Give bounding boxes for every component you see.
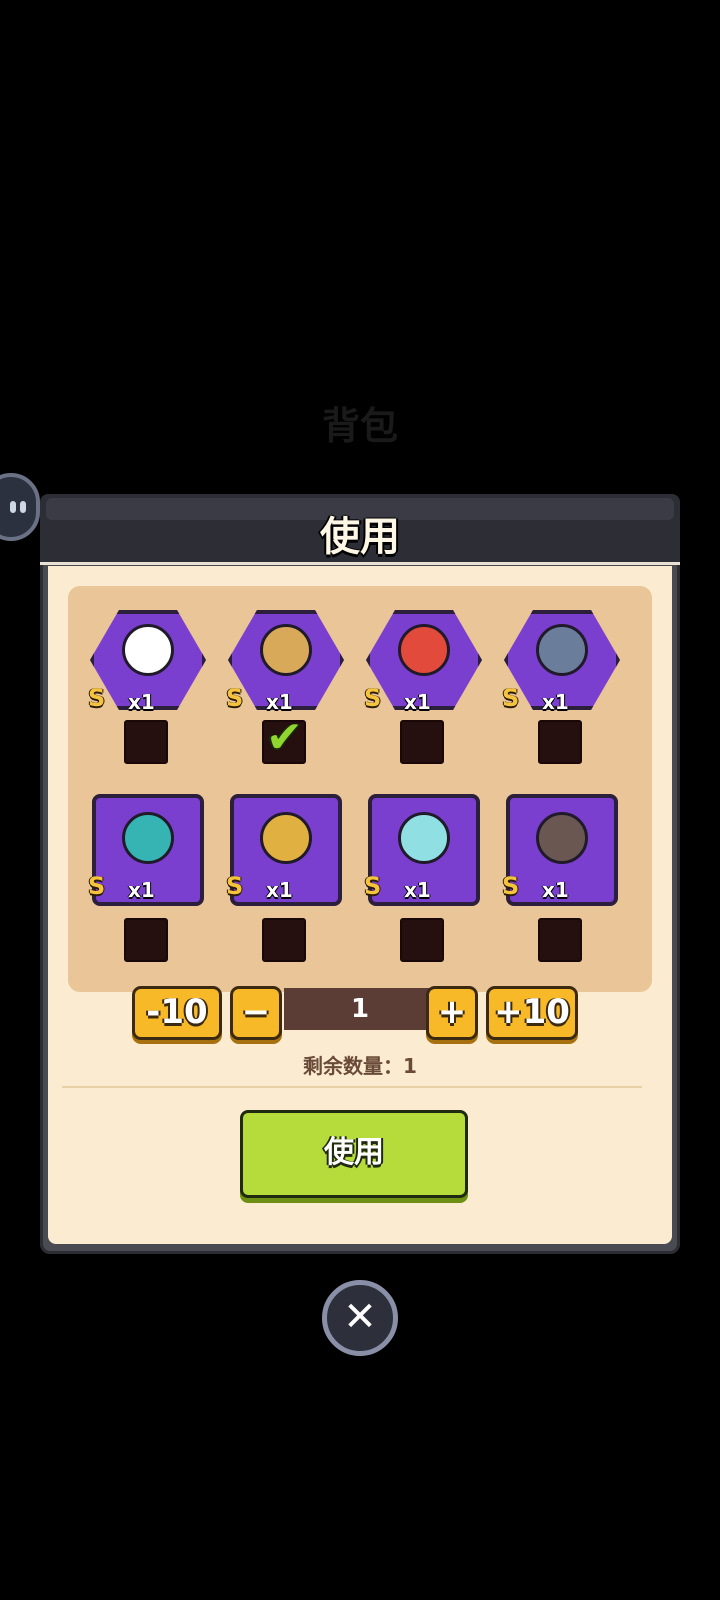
minus-ten-button[interactable]: -10 — [132, 986, 222, 1040]
grade-badge: S — [364, 872, 382, 900]
select-checkbox[interactable] — [400, 720, 444, 764]
card-grid: Sx1 Sx1 ✔ Sx1 Sx1 Sx1 Sx1 Sx1 Sx1 — [68, 586, 652, 992]
count-badge: x1 — [128, 690, 155, 714]
hero-card[interactable]: Sx1 — [88, 790, 204, 906]
use-button[interactable]: 使用 — [240, 1110, 468, 1198]
grade-badge: S — [226, 872, 244, 900]
dialog-title: 使用 — [320, 514, 400, 560]
count-badge: x1 — [404, 690, 431, 714]
hero-card[interactable]: Sx1 — [502, 790, 618, 906]
count-badge: x1 — [542, 690, 569, 714]
count-badge: x1 — [266, 690, 293, 714]
select-checkbox[interactable]: ✔ — [262, 712, 306, 764]
hero-card[interactable]: Sx1 — [88, 602, 206, 714]
grade-badge: S — [502, 872, 520, 900]
select-checkbox[interactable] — [400, 918, 444, 962]
hero-card[interactable]: Sx1 — [364, 790, 480, 906]
grade-badge: S — [502, 684, 520, 712]
count-badge: x1 — [266, 878, 293, 902]
hero-face-icon — [536, 624, 588, 676]
plus-ten-button[interactable]: +10 — [486, 986, 578, 1040]
hero-face-icon — [536, 812, 588, 864]
grade-badge: S — [88, 872, 106, 900]
quantity-value[interactable]: 1 — [284, 988, 436, 1030]
hero-face-icon — [260, 624, 312, 676]
minus-button[interactable]: − — [230, 986, 282, 1040]
hero-face-icon — [398, 624, 450, 676]
hero-face-icon — [260, 812, 312, 864]
divider — [62, 1086, 642, 1088]
close-icon[interactable]: ✕ — [322, 1280, 398, 1356]
hero-card[interactable]: Sx1 — [502, 602, 620, 714]
hero-card[interactable]: Sx1 — [226, 790, 342, 906]
count-badge: x1 — [128, 878, 155, 902]
select-checkbox[interactable] — [124, 720, 168, 764]
hero-card[interactable]: Sx1 — [364, 602, 482, 714]
background-title: 背包 — [321, 404, 398, 448]
select-checkbox[interactable] — [124, 918, 168, 962]
quantity-stepper: -10 − 1 + +10 — [48, 980, 672, 1040]
dialog-body: Sx1 Sx1 ✔ Sx1 Sx1 Sx1 Sx1 Sx1 Sx1 -10 − 1 + +10 … — [48, 566, 672, 1244]
hero-face-icon — [398, 812, 450, 864]
count-badge: x1 — [542, 878, 569, 902]
use-dialog: 使用 Sx1 Sx1 ✔ Sx1 Sx1 Sx1 Sx1 Sx1 Sx1 -10 − 1 + +… — [40, 494, 680, 1254]
grade-badge: S — [364, 684, 382, 712]
grade-badge: S — [88, 684, 106, 712]
select-checkbox[interactable] — [262, 918, 306, 962]
grade-badge: S — [226, 684, 244, 712]
count-badge: x1 — [404, 878, 431, 902]
dialog-header: 使用 — [40, 494, 680, 565]
hero-face-icon — [122, 624, 174, 676]
select-checkbox[interactable] — [538, 720, 582, 764]
hero-card[interactable]: Sx1 — [226, 602, 344, 714]
checkmark-icon: ✔ — [266, 712, 303, 763]
select-checkbox[interactable] — [538, 918, 582, 962]
hero-face-icon — [122, 812, 174, 864]
chat-bubble-icon[interactable] — [0, 473, 40, 541]
remaining-count: 剩余数量：1 — [303, 1054, 417, 1078]
plus-button[interactable]: + — [426, 986, 478, 1040]
